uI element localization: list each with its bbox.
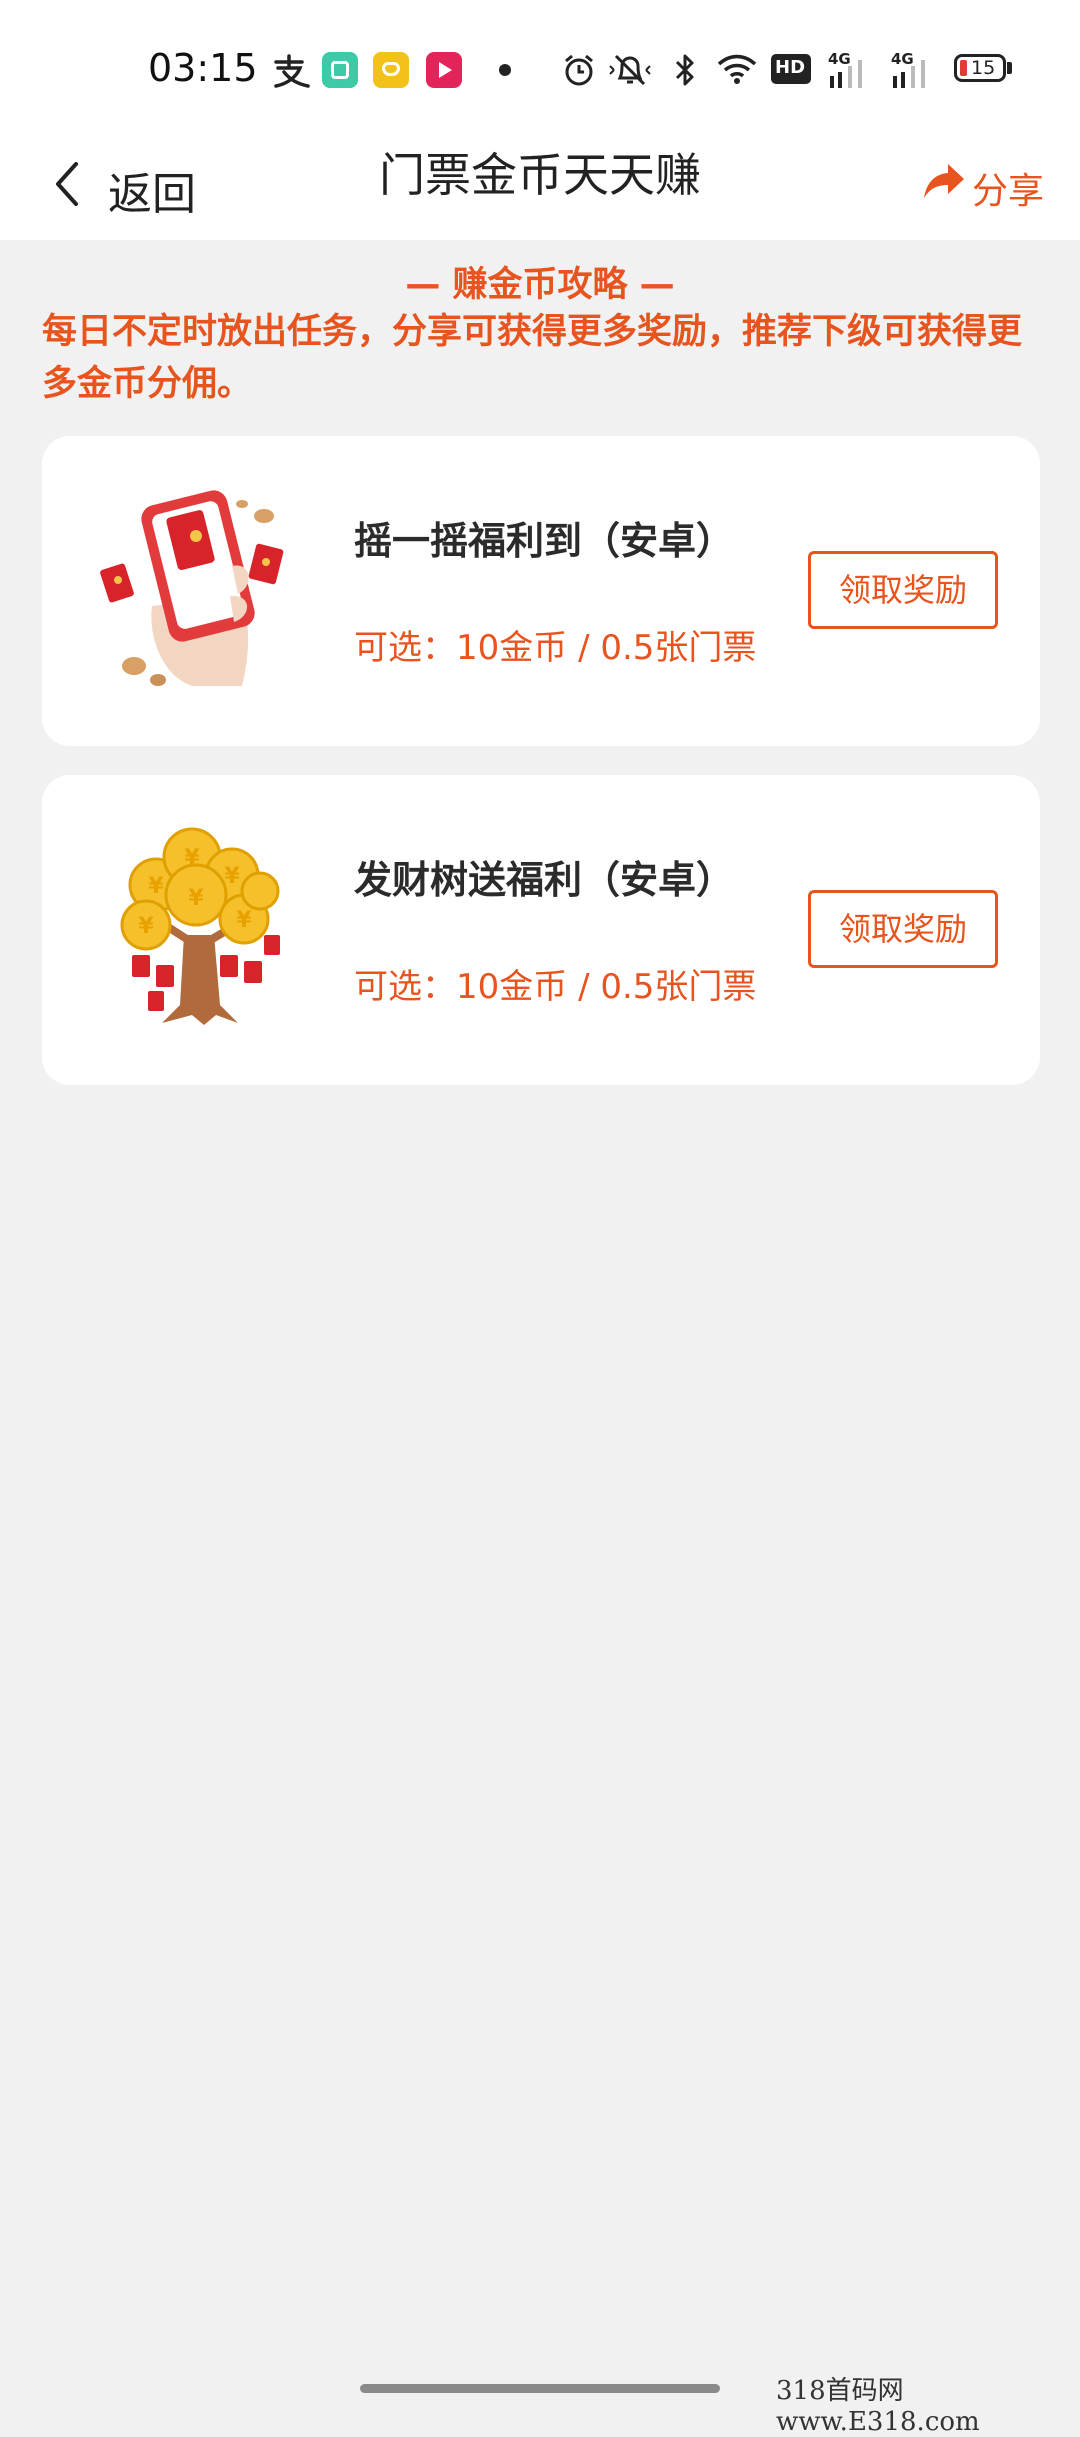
- tips-title: — 赚金币攻略 —: [405, 265, 675, 305]
- battery-level: 15: [971, 57, 996, 79]
- svg-text:¥: ¥: [224, 864, 240, 889]
- mute-icon: [609, 54, 651, 86]
- app-green-icon: [322, 52, 358, 88]
- status-time: 03:15: [148, 46, 258, 90]
- svg-text:¥: ¥: [138, 914, 154, 939]
- shake-phone-icon: [100, 490, 284, 686]
- claim-reward-button[interactable]: 领取奖励: [808, 551, 998, 629]
- battery-icon: 15: [954, 54, 1006, 82]
- watermark: 318首码网 www.E318.com: [776, 2376, 980, 2437]
- alarm-icon: [565, 54, 593, 86]
- svg-text:¥: ¥: [188, 886, 204, 911]
- task-title: 摇一摇福利到（安卓）: [354, 519, 735, 563]
- claim-reward-button[interactable]: 领取奖励: [808, 890, 998, 968]
- svg-text:¥: ¥: [184, 846, 200, 871]
- app-red-play-icon: [426, 52, 462, 88]
- task-card: ¥ ¥ ¥ ¥ ¥ ¥ 发财树送福利（安卓） 可选：10金币 / 0.5张门票 …: [42, 775, 1040, 1085]
- hd-label: HD: [775, 57, 806, 78]
- hd-icon: HD: [771, 54, 811, 84]
- svg-text:¥: ¥: [148, 874, 164, 899]
- signal-icon: [893, 60, 925, 88]
- task-title: 发财树送福利（安卓）: [354, 858, 735, 902]
- task-card: 摇一摇福利到（安卓） 可选：10金币 / 0.5张门票 领取奖励: [42, 436, 1040, 746]
- task-reward: 可选：10金币 / 0.5张门票: [354, 628, 757, 668]
- task-reward: 可选：10金币 / 0.5张门票: [354, 967, 757, 1007]
- home-indicator[interactable]: [360, 2384, 720, 2393]
- wifi-icon: [717, 54, 757, 84]
- dot-icon: [499, 64, 511, 76]
- tips-text: 每日不定时放出任务，分享可获得更多奖励，推荐下级可获得更多金币分佣。: [42, 312, 1023, 404]
- bluetooth-icon: [675, 54, 694, 86]
- svg-text:¥: ¥: [236, 908, 252, 933]
- alipay-icon: [274, 54, 310, 88]
- page-title: 门票金币天天赚: [379, 148, 701, 202]
- signal-icon: [830, 60, 862, 88]
- app-yellow-icon: [373, 52, 409, 88]
- status-bar: 03:15 HD 4G 4G 15: [0, 0, 1080, 130]
- money-tree-icon: ¥ ¥ ¥ ¥ ¥ ¥: [120, 827, 280, 1025]
